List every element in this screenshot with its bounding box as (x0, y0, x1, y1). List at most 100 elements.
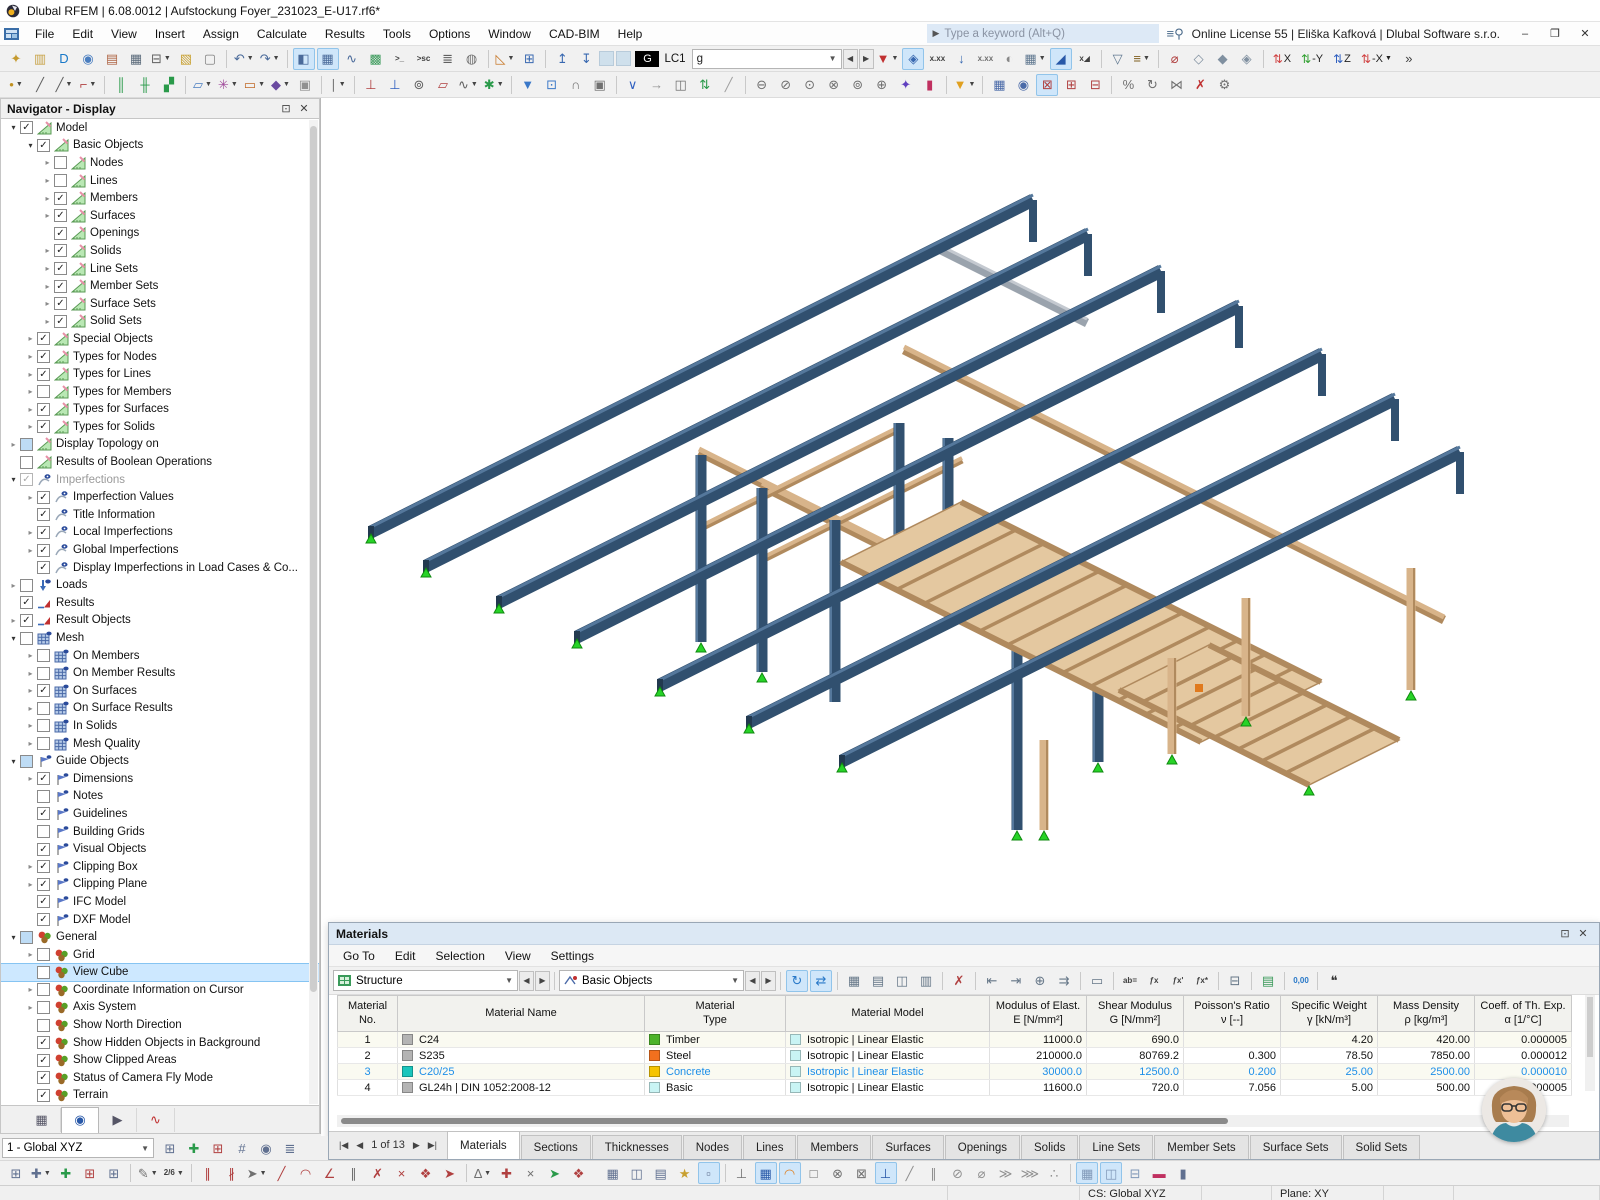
tree-item-grid[interactable]: ▸Grid (1, 946, 319, 964)
menu-app-icon[interactable] (4, 27, 20, 41)
tree-item-notes[interactable]: Notes (1, 788, 319, 806)
tree-checkbox[interactable]: ✓ (37, 1036, 50, 1049)
tree-item-axis-system[interactable]: ▸Axis System (1, 999, 319, 1017)
node-mesh-refinement[interactable]: ✱▼ (482, 74, 506, 96)
grid-display-3[interactable]: ▤ (650, 1162, 672, 1184)
result-ramp-values[interactable]: x◢ (1074, 48, 1096, 70)
tree-checkbox[interactable] (54, 156, 67, 169)
measure[interactable]: ∣▼ (327, 74, 349, 96)
tree-checkbox[interactable]: ✓ (37, 895, 50, 908)
guides-list[interactable]: ≣ (279, 1137, 301, 1159)
tree-item-solid-sets[interactable]: ▸✓Solid Sets (1, 313, 319, 331)
table-tab-line-sets[interactable]: Line Sets (1079, 1135, 1153, 1159)
tree-item-show-hidden-objects-in-background[interactable]: ✓Show Hidden Objects in Background (1, 1034, 319, 1052)
tree-item-general[interactable]: ▾General (1, 928, 319, 946)
tree-item-dxf-model[interactable]: ✓DXF Model (1, 911, 319, 929)
tree-item-mesh[interactable]: ▾Mesh (1, 629, 319, 647)
import-table[interactable]: ⇤ (981, 970, 1003, 992)
pin-tool[interactable]: ▮ (919, 74, 941, 96)
materials-menu-goto[interactable]: Go To (333, 946, 385, 966)
table-tab-materials[interactable]: Materials (447, 1131, 520, 1159)
tree-checkbox[interactable]: ✓ (37, 403, 50, 416)
tree-item-display-imperfections-in-load-cases-co[interactable]: ✓Display Imperfections in Load Cases & C… (1, 559, 319, 577)
result-diagrams[interactable]: ∿ (341, 48, 363, 70)
tree-item-surface-sets[interactable]: ▸✓Surface Sets (1, 295, 319, 313)
tree-checkbox[interactable] (20, 632, 33, 645)
tree-item-result-objects[interactable]: ▸✓Result Objects (1, 612, 319, 630)
objects-combo[interactable]: Basic Objects▼ (559, 970, 744, 991)
tree-item-solids[interactable]: ▸✓Solids (1, 242, 319, 260)
filter-view[interactable]: ▼ (517, 74, 539, 96)
navigator-results-tab[interactable]: ∿ (137, 1108, 175, 1132)
workplane-grid[interactable]: ⊞ (159, 1137, 181, 1159)
surface-support[interactable]: ▱ (432, 74, 454, 96)
move-row[interactable]: ⇉ (1053, 970, 1075, 992)
camera-box[interactable]: ◫ (670, 74, 692, 96)
decimal-places[interactable]: 0,00 (1290, 970, 1312, 992)
calculation-settings[interactable]: ⚙ (1213, 74, 1235, 96)
tree-checkbox[interactable]: ✓ (54, 262, 67, 275)
tree-item-types-for-lines[interactable]: ▸✓Types for Lines (1, 365, 319, 383)
insert-member[interactable]: ║ (110, 74, 132, 96)
materials-menu-selection[interactable]: Selection (426, 946, 495, 966)
snap-slash[interactable]: ╱ (899, 1162, 921, 1184)
tree-checkbox[interactable]: ✓ (54, 244, 67, 257)
tree-checkbox[interactable] (20, 456, 33, 469)
add-generated-table[interactable]: ⊞ (518, 48, 540, 70)
grid-display[interactable]: ▦ (602, 1162, 624, 1184)
column-header[interactable]: MaterialNo. (338, 996, 398, 1032)
insert-stamp-down[interactable]: ↧ (575, 48, 597, 70)
snap-box[interactable]: ⊞ (103, 1162, 125, 1184)
show-loads[interactable]: ◈ (902, 48, 924, 70)
snap-cross[interactable]: × (391, 1162, 413, 1184)
menu-options[interactable]: Options (420, 23, 479, 45)
materials-table[interactable]: MaterialNo.Material NameMaterialTypeMate… (337, 995, 1572, 1096)
print-graphic[interactable]: ⊟▼ (149, 48, 173, 70)
formula-all[interactable]: ƒx* (1191, 970, 1213, 992)
result-ramp[interactable]: ◢ (1050, 48, 1072, 70)
insert-line-type[interactable]: ╱▼ (53, 74, 75, 96)
menu-tools[interactable]: Tools (374, 23, 420, 45)
section-box[interactable]: ▣ (589, 74, 611, 96)
tree-item-nodes[interactable]: ▸Nodes (1, 154, 319, 172)
open-model[interactable]: ▥ (29, 48, 51, 70)
tree-checkbox[interactable]: ✓ (37, 544, 50, 557)
percentage-tool[interactable]: % (1117, 74, 1139, 96)
tree-checkbox[interactable]: ✓ (20, 121, 33, 134)
insert-visual-object[interactable]: ▣ (294, 74, 316, 96)
tree-checkbox[interactable] (37, 667, 50, 680)
materials-table-hscrollbar[interactable] (337, 1115, 1569, 1127)
mesh-settings[interactable]: ◉ (1012, 74, 1034, 96)
tree-item-results-of-boolean-operations[interactable]: Results of Boolean Operations (1, 453, 319, 471)
formula-edit[interactable]: ƒx' (1167, 970, 1189, 992)
tree-checkbox[interactable]: ✓ (37, 491, 50, 504)
material-row-3[interactable]: 3C20/25ConcreteIsotropic | Linear Elasti… (338, 1064, 1572, 1080)
tree-checkbox[interactable]: ✓ (37, 807, 50, 820)
building-model[interactable]: ▦▼ (1022, 48, 1047, 70)
column-header[interactable]: Material Model (786, 996, 990, 1032)
snap-grid-on[interactable]: ▦ (755, 1162, 777, 1184)
tree-item-show-clipped-areas[interactable]: ✓Show Clipped Areas (1, 1051, 319, 1069)
mesh-refinement[interactable]: ⊞ (1060, 74, 1082, 96)
color-scale[interactable]: ▼▼ (952, 74, 978, 96)
tree-checkbox[interactable]: ✓ (20, 614, 33, 627)
save-model[interactable]: ▦ (125, 48, 147, 70)
restore-button[interactable]: ❐ (1540, 23, 1570, 45)
close-button[interactable]: ✕ (1570, 23, 1600, 45)
tree-checkbox[interactable] (37, 1001, 50, 1014)
member-release-6[interactable]: ⊕ (871, 74, 893, 96)
snap-arc[interactable]: ◠ (295, 1162, 317, 1184)
member-nonlinearity[interactable]: ∿▼ (456, 74, 480, 96)
snap-direction[interactable]: ➤▼ (245, 1162, 269, 1184)
table-view-list[interactable]: ▥ (915, 970, 937, 992)
materials-table-vscrollbar[interactable] (1585, 995, 1595, 1091)
tree-item-clipping-plane[interactable]: ▸✓Clipping Plane (1, 876, 319, 894)
snap-not-parallel[interactable]: ∦ (221, 1162, 243, 1184)
insert-opening[interactable]: ▭▼ (242, 74, 267, 96)
material-row-2[interactable]: 2S235SteelIsotropic | Linear Elastic2100… (338, 1048, 1572, 1064)
material-row-1[interactable]: 1C24TimberIsotropic | Linear Elastic1100… (338, 1032, 1572, 1048)
tree-item-lines[interactable]: ▸Lines (1, 172, 319, 190)
delete-row[interactable]: ✗ (948, 970, 970, 992)
coordinate-system-combo[interactable]: 1 - Global XYZ▼ (2, 1138, 154, 1158)
insert-solid[interactable]: ◆▼ (269, 74, 292, 96)
